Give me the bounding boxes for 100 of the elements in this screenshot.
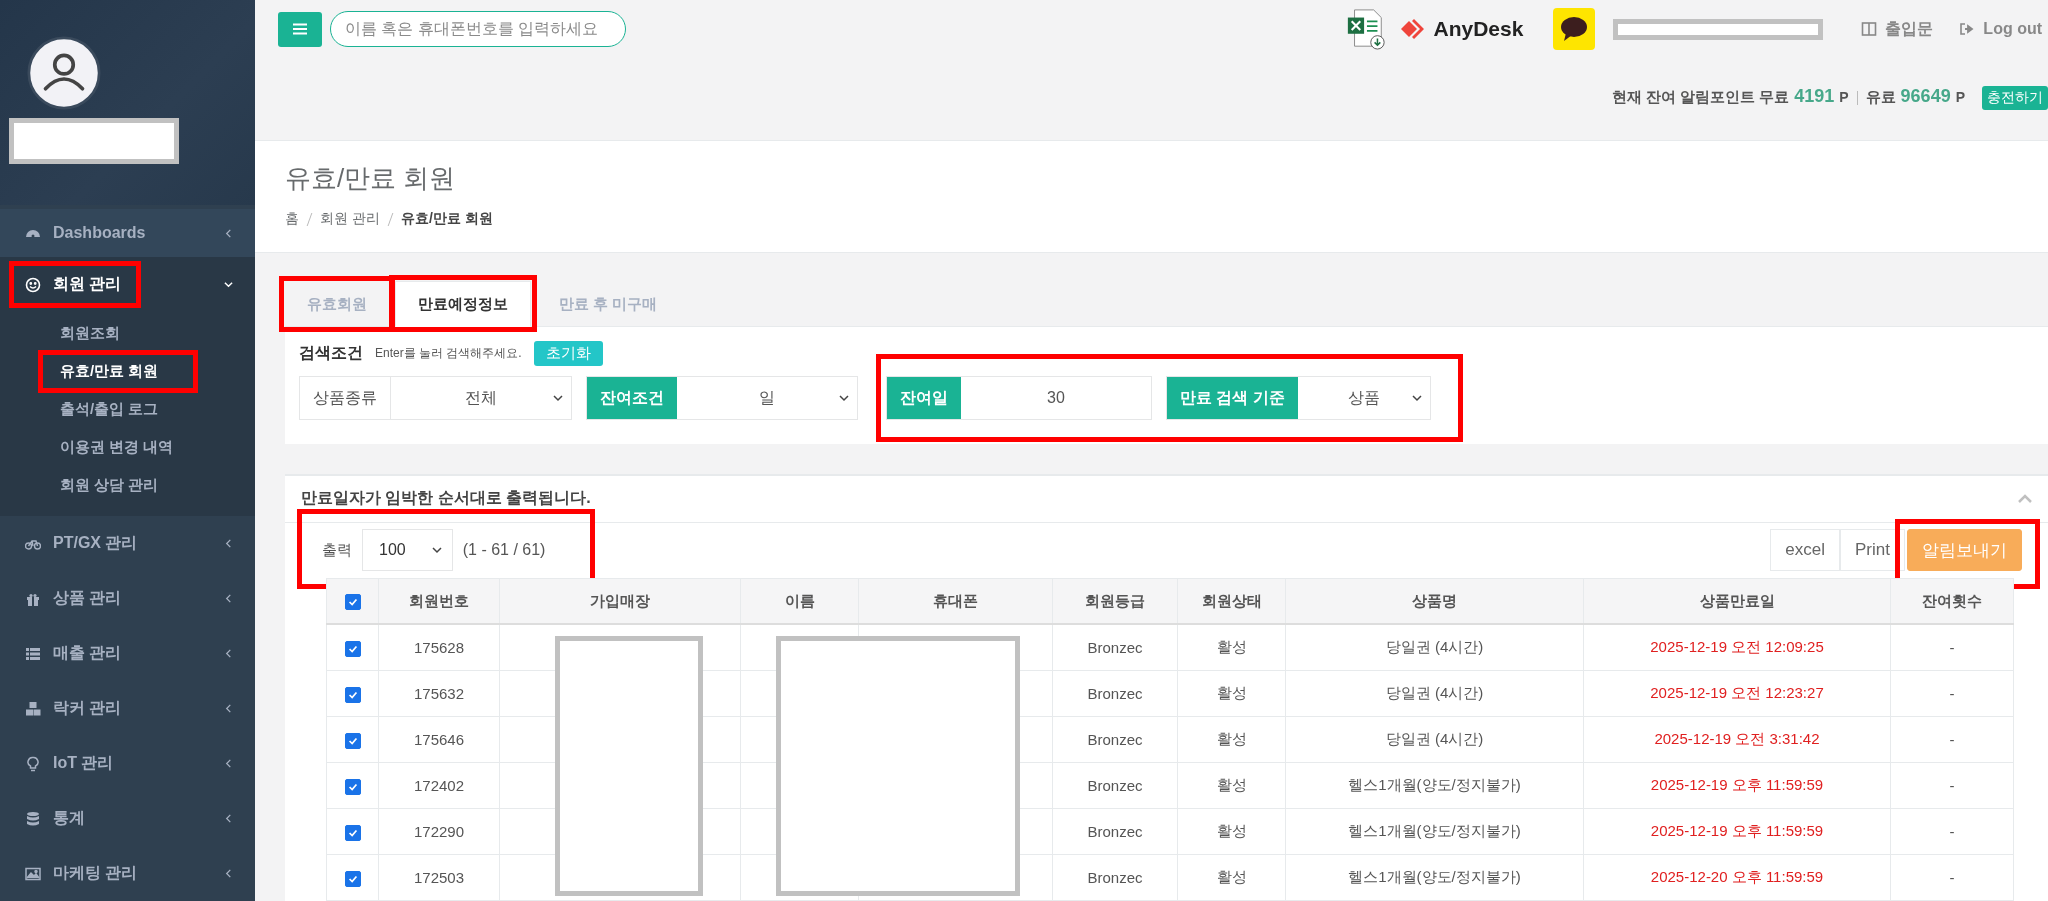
breadcrumb-link[interactable]: 회원 관리 <box>320 210 380 228</box>
avatar-icon <box>27 36 101 110</box>
table-cell: 2025-12-19 오후 11:59:59 <box>1583 808 1891 855</box>
table-cell: 활성 <box>1177 716 1286 763</box>
page-size-label: 출력 <box>322 540 352 560</box>
table-cell: 175646 <box>378 716 500 763</box>
sidebar-item[interactable]: 마케팅 관리 <box>0 846 255 901</box>
caret-icon <box>431 545 442 556</box>
table-cell: 활성 <box>1177 624 1286 671</box>
table-cell: Bronzec <box>1052 762 1178 809</box>
table-cell: Bronzec <box>1052 670 1178 717</box>
column-header: 가입매장 <box>499 578 741 624</box>
chevron-icon <box>224 280 233 289</box>
logout-link[interactable]: Log out <box>1959 20 2042 38</box>
hint-text: Enter를 눌러 검색해주세요. <box>375 345 522 362</box>
sidebar-item[interactable]: Dashboards <box>0 209 255 257</box>
section-title: 검색조건 <box>299 343 363 363</box>
column-header: 잔여횟수 <box>1890 578 2014 624</box>
chevron-icon <box>224 539 233 548</box>
table-cell: 2025-12-20 오후 11:59:59 <box>1583 854 1891 901</box>
breadcrumb-current: 유효/만료 회원 <box>400 210 493 228</box>
submenu-item[interactable]: 회원조회 <box>0 314 255 352</box>
column-header: 회원상태 <box>1177 578 1286 624</box>
search-field[interactable]: 이름 혹은 휴대폰번호를 입력하세요 <box>330 11 626 47</box>
chevron-icon <box>224 594 233 603</box>
page-title: 유효/만료 회원 <box>285 162 457 195</box>
table-cell: 175632 <box>378 670 500 717</box>
page-size-dropdown[interactable]: 100 <box>362 529 453 572</box>
column-header: 휴대폰 <box>858 578 1053 624</box>
table-cell: 헬스1개월(양도/정지불가) <box>1285 762 1584 809</box>
checkbox[interactable] <box>344 778 361 795</box>
submenu-item[interactable]: 유효/만료 회원 <box>0 352 255 390</box>
table-cell: 2025-12-19 오전 12:09:25 <box>1583 624 1891 671</box>
sidebar-item[interactable]: 락커 관리 <box>0 681 255 736</box>
points-label: 현재 잔여 알림포인트 무료 <box>1611 88 1790 107</box>
notice-text: 만료일자가 임박한 순서대로 출력됩니다. <box>301 488 591 509</box>
caret-icon <box>553 393 563 403</box>
export-button[interactable]: Print <box>1840 529 1905 572</box>
submenu-item[interactable]: 출석/출입 로그 <box>0 390 255 428</box>
table-cell: 당일권 (4시간) <box>1285 670 1584 717</box>
table-cell: 172503 <box>378 854 500 901</box>
chevron-icon <box>224 814 233 823</box>
table-cell: - <box>1890 762 2014 809</box>
table-cell: 헬스1개월(양도/정지불가) <box>1285 808 1584 855</box>
columns-icon <box>1861 21 1878 37</box>
submenu-item[interactable]: 회원 상담 관리 <box>0 466 255 504</box>
chat-bubble-icon[interactable] <box>1553 8 1596 50</box>
checkbox[interactable] <box>344 824 361 841</box>
table-cell: 당일권 (4시간) <box>1285 624 1584 671</box>
filter-dropdown[interactable]: 상품 <box>1297 377 1430 419</box>
filter-label: 잔여조건 <box>587 377 677 419</box>
sidebar-item[interactable]: 회원 관리 <box>0 257 255 312</box>
sidebar-item[interactable]: 매출 관리 <box>0 626 255 681</box>
table-cell: 2025-12-19 오전 12:23:27 <box>1583 670 1891 717</box>
table-cell: 2025-12-19 오후 11:59:59 <box>1583 762 1891 809</box>
table-cell: Bronzec <box>1052 624 1178 671</box>
table-cell: Bronzec <box>1052 716 1178 763</box>
table-cell: 2025-12-19 오전 3:31:42 <box>1583 716 1891 763</box>
sidebar-item[interactable]: PT/GX 관리 <box>0 516 255 571</box>
caret-icon <box>839 393 849 403</box>
checkbox[interactable] <box>344 594 361 610</box>
column-header: 상품만료일 <box>1583 578 1891 624</box>
table-cell: - <box>1890 854 2014 901</box>
export-button[interactable]: excel <box>1770 529 1841 572</box>
checkbox[interactable] <box>344 640 361 657</box>
table-cell: 172402 <box>378 762 500 809</box>
table-cell: 활성 <box>1177 808 1286 855</box>
table-cell: - <box>1890 716 2014 763</box>
breadcrumb-link[interactable]: 홈 <box>285 210 299 228</box>
chevron-icon <box>224 869 233 878</box>
filter-dropdown[interactable]: 일 <box>677 377 857 419</box>
column-header: 회원번호 <box>378 578 500 624</box>
points-label: 유료 <box>1865 88 1896 107</box>
points-unit: P <box>1839 89 1849 105</box>
tab[interactable]: 만료예정정보 <box>395 281 531 327</box>
spreadsheet-download-icon[interactable] <box>1345 8 1388 50</box>
checkbox[interactable] <box>344 732 361 749</box>
checkbox[interactable] <box>344 870 361 887</box>
menu-button[interactable] <box>278 11 322 47</box>
table-cell: 활성 <box>1177 762 1286 809</box>
checkbox[interactable] <box>344 686 361 703</box>
chevron-icon <box>224 704 233 713</box>
points-value: 4191 <box>1794 86 1835 107</box>
column-header: 회원등급 <box>1052 578 1178 624</box>
table-cell: Bronzec <box>1052 808 1178 855</box>
sidebar-item[interactable]: IoT 관리 <box>0 736 255 791</box>
sidebar-item[interactable]: 상품 관리 <box>0 571 255 626</box>
table-cell: 당일권 (4시간) <box>1285 716 1584 763</box>
column-header: 상품명 <box>1285 578 1584 624</box>
filter-dropdown[interactable]: 전체 <box>391 377 571 419</box>
table-cell: 헬스1개월(양도/정지불가) <box>1285 854 1584 901</box>
remote-app-link[interactable]: AnyDesk <box>1401 17 1524 41</box>
table-cell: Bronzec <box>1052 854 1178 901</box>
record-count: (1 - 61 / 61) <box>462 541 546 560</box>
sidebar-item[interactable]: 통계 <box>0 791 255 846</box>
submenu-item[interactable]: 이용권 변경 내역 <box>0 428 255 466</box>
chevron-icon <box>224 228 233 238</box>
table-cell: 활성 <box>1177 670 1286 717</box>
table-cell: - <box>1890 808 2014 855</box>
door-link[interactable]: 출입문 <box>1861 18 1934 40</box>
